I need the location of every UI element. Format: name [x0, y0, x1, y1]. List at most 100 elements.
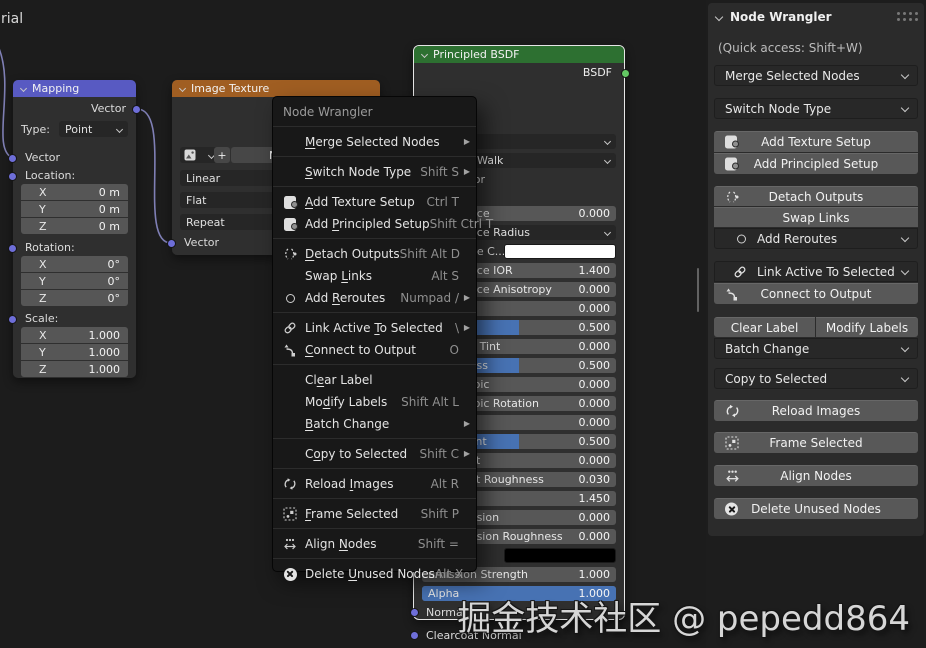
chevron-down-icon	[900, 343, 910, 352]
location-fields: X0 m Y0 m Z0 m	[21, 184, 128, 234]
location-x-field[interactable]: X0 m	[21, 184, 128, 200]
scale-label: Scale:	[25, 312, 59, 325]
mapping-type-dropdown[interactable]: Point	[59, 121, 128, 137]
mapping-type-value: Point	[65, 122, 93, 136]
clear-label-button[interactable]: Clear Label	[714, 317, 815, 337]
menu-item-copy-to-selected[interactable]: Copy to Selected Shift C ▶	[273, 443, 476, 465]
rotation-z-field[interactable]: Z 0°	[21, 290, 128, 306]
panel-header[interactable]: Node Wrangler	[714, 10, 832, 24]
frame-selected-button[interactable]: Frame Selected	[714, 432, 918, 453]
submenu-arrow-icon: ▶	[463, 137, 470, 146]
mapping-output-vector-socket[interactable]	[132, 105, 141, 114]
chevron-down-icon	[603, 137, 612, 146]
collapse-chevron-icon[interactable]	[178, 84, 187, 93]
menu-item-add-reroutes[interactable]: Add Reroutes Numpad / ▶	[273, 287, 476, 309]
frame-icon	[279, 507, 301, 521]
mapping-input-location-socket[interactable]	[8, 172, 17, 181]
detach-icon	[725, 190, 739, 204]
normal-socket[interactable]	[410, 608, 419, 617]
menu-item-frame-selected[interactable]: Frame Selected Shift P	[273, 503, 476, 525]
mapping-input-vector-socket[interactable]	[8, 154, 17, 163]
collapse-chevron-icon[interactable]	[420, 50, 429, 59]
chevron-down-icon	[603, 156, 612, 165]
merge-selected-nodes-dropdown[interactable]: Merge Selected Nodes	[714, 65, 918, 86]
subsurface-color-swatch[interactable]	[504, 244, 616, 259]
link-icon	[279, 321, 301, 335]
link-active-to-selected-dropdown[interactable]: Link Active To Selected	[714, 261, 918, 282]
menu-separator	[273, 435, 476, 443]
texture-node-icon	[725, 157, 739, 171]
emission-color-swatch[interactable]	[504, 548, 616, 563]
watermark: 掘金技术社区 @ pepedd864	[457, 599, 910, 639]
add-reroutes-dropdown[interactable]: Add Reroutes	[714, 228, 918, 249]
mapping-node[interactable]: Mapping Vector Type: Point Vector Locati…	[8, 80, 141, 378]
chevron-down-icon	[900, 233, 910, 242]
scale-y-field[interactable]: Y 1.000	[21, 344, 128, 360]
principled-node-header[interactable]: Principled BSDF	[414, 46, 624, 63]
chevron-down-icon	[603, 228, 612, 237]
modify-labels-button[interactable]: Modify Labels	[816, 317, 918, 337]
menu-item-reload-images[interactable]: Reload Images Alt R	[273, 473, 476, 495]
panel-collapse-chevron-icon[interactable]	[714, 12, 724, 22]
menu-item-connect-to-output[interactable]: Connect to Output O	[273, 339, 476, 361]
editor-scrollbar[interactable]	[697, 268, 699, 312]
connect-to-output-button[interactable]: Connect to Output	[714, 283, 918, 304]
menu-item-modify-labels[interactable]: Modify Labels Shift Alt L	[273, 391, 476, 413]
reroute-icon	[279, 293, 301, 303]
menu-title: Node Wrangler	[283, 105, 373, 119]
location-y-field[interactable]: Y0 m	[21, 201, 128, 217]
menu-item-batch-change[interactable]: Batch Change ▶	[273, 413, 476, 435]
menu-item-detach-outputs[interactable]: Detach Outputs Shift Alt D	[273, 243, 476, 265]
projection-value: Flat	[186, 193, 207, 207]
principled-node-title: Principled BSDF	[433, 48, 520, 61]
location-z-field[interactable]: Z0 m	[21, 218, 128, 234]
copy-to-selected-dropdown[interactable]: Copy to Selected	[714, 368, 918, 389]
align-icon	[725, 469, 740, 484]
menu-item-add-texture-setup[interactable]: Add Texture Setup Ctrl T	[273, 191, 476, 213]
bsdf-output-socket[interactable]	[621, 69, 630, 78]
detach-outputs-button[interactable]: Detach Outputs	[714, 186, 918, 206]
scale-x-field[interactable]: X 1.000	[21, 327, 128, 343]
add-texture-setup-button[interactable]: Add Texture Setup	[714, 131, 918, 152]
rotation-y-field[interactable]: Y 0°	[21, 273, 128, 289]
scale-z-field[interactable]: Z 1.000	[21, 361, 128, 377]
menu-item-merge-selected-nodes[interactable]: Merge Selected Nodes ▶	[273, 131, 476, 153]
image-texture-input-vector-socket[interactable]	[167, 239, 176, 248]
collapse-chevron-icon[interactable]	[19, 84, 28, 93]
menu-item-delete-unused-nodes[interactable]: Delete Unused Nodes Alt X	[273, 563, 476, 585]
menu-item-swap-links[interactable]: Swap Links Alt S	[273, 265, 476, 287]
image-texture-node-title: Image Texture	[191, 82, 270, 95]
mapping-input-scale-socket[interactable]	[8, 315, 17, 324]
location-label: Location:	[25, 169, 76, 182]
image-texture-node-header[interactable]: Image Texture	[172, 80, 380, 97]
mapping-input-rotation-socket[interactable]	[8, 244, 17, 253]
add-principled-setup-button[interactable]: Add Principled Setup	[714, 153, 918, 174]
submenu-arrow-icon: ▶	[463, 419, 470, 428]
rotation-x-field[interactable]: X 0°	[21, 256, 128, 272]
menu-item-clear-label[interactable]: Clear Label	[273, 369, 476, 391]
mapping-output-vector-label: Vector	[90, 102, 126, 115]
submenu-arrow-icon: ▶	[463, 167, 470, 176]
panel-grip-icon[interactable]	[897, 12, 900, 15]
bsdf-output-label: BSDF	[582, 66, 612, 79]
mapping-node-header[interactable]: Mapping	[13, 80, 136, 97]
reload-icon	[725, 404, 740, 419]
switch-node-type-dropdown[interactable]: Switch Node Type	[714, 98, 918, 119]
node-wrangler-context-menu: Node Wrangler Merge Selected Nodes ▶ Swi…	[272, 96, 493, 581]
menu-item-align-nodes[interactable]: Align Nodes Shift =	[273, 533, 476, 555]
image-browse-button[interactable]	[180, 147, 218, 163]
menu-item-add-principled-setup[interactable]: Add Principled Setup Shift Ctrl T	[273, 213, 493, 235]
menu-item-link-active-to-selected[interactable]: Link Active To Selected \ ▶	[273, 317, 476, 339]
new-image-plus-button[interactable]: +	[214, 147, 230, 163]
menu-separator	[273, 183, 476, 191]
swap-links-button[interactable]: Swap Links	[714, 207, 918, 227]
delete-unused-nodes-button[interactable]: Delete Unused Nodes	[714, 498, 918, 519]
batch-change-dropdown[interactable]: Batch Change	[714, 338, 918, 359]
reload-images-button[interactable]: Reload Images	[714, 400, 918, 421]
clearcoat-normal-socket[interactable]	[410, 631, 419, 640]
rotation-fields: X 0° Y 0° Z 0°	[21, 256, 128, 306]
node-editor: rial Mapping Vector Type: Point Vector L…	[0, 0, 926, 648]
align-nodes-button[interactable]: Align Nodes	[714, 465, 918, 486]
menu-item-switch-node-type[interactable]: Switch Node Type Shift S ▶	[273, 161, 476, 183]
quick-access-hint: (Quick access: Shift+W)	[718, 41, 863, 55]
